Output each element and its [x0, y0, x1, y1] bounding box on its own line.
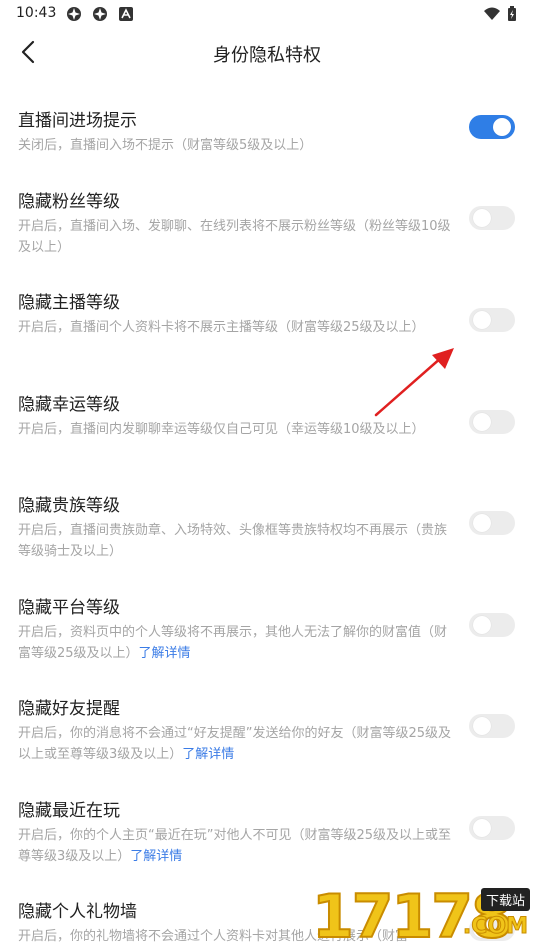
toggle-switch[interactable]	[469, 816, 515, 840]
setting-description: 开启后，你的个人主页“最近在玩”对他人不可见（财富等级25级及以上或至尊等级3级…	[18, 825, 452, 867]
watermark-suffix: .COM	[462, 914, 528, 940]
toggle-switch[interactable]	[469, 714, 515, 738]
toggle-knob	[493, 118, 511, 136]
setting-description-text: 开启后，直播间个人资料卡将不展示主播等级（财富等级25级及以上）	[18, 320, 425, 335]
toggle-knob	[473, 413, 491, 431]
toggle-knob	[473, 819, 491, 837]
setting-description: 开启后，你的消息将不会通过“好友提醒”发送给你的好友（财富等级25级及以上或至尊…	[18, 723, 452, 765]
header-bar: 身份隐私特权	[0, 28, 534, 76]
setting-title: 隐藏好友提醒	[18, 699, 120, 719]
setting-title: 隐藏个人礼物墙	[18, 902, 137, 922]
setting-title: 直播间进场提示	[18, 111, 137, 131]
setting-description: 开启后，直播间入场、发聊聊、在线列表将不展示粉丝等级（粉丝等级10级及以上）	[18, 216, 452, 258]
app-notification-icon-2	[93, 7, 107, 21]
toggle-knob	[473, 514, 491, 532]
toggle-switch[interactable]	[469, 410, 515, 434]
setting-description-text: 开启后，资料页中的个人等级将不再展示，其他人无法了解你的财富值（财富等级25级及…	[18, 625, 448, 661]
setting-title: 隐藏主播等级	[18, 293, 120, 313]
learn-more-link[interactable]: 了解详情	[182, 747, 234, 762]
setting-description: 开启后，直播间贵族勋章、入场特效、头像框等贵族特权均不再展示（贵族等级骑士及以上…	[18, 520, 452, 562]
toggle-knob	[473, 616, 491, 634]
toggle-knob	[473, 311, 491, 329]
toggle-switch[interactable]	[469, 511, 515, 535]
setting-title: 隐藏平台等级	[18, 598, 120, 618]
watermark-tag: 下载站	[480, 888, 530, 911]
setting-description-text: 关闭后，直播间入场不提示（财富等级5级及以上）	[18, 138, 313, 153]
setting-description: 关闭后，直播间入场不提示（财富等级5级及以上）	[18, 135, 452, 156]
toggle-knob	[473, 717, 491, 735]
status-bar: 10:43	[0, 0, 534, 28]
setting-title: 隐藏幸运等级	[18, 395, 120, 415]
setting-description: 开启后，直播间内发聊聊幸运等级仅自己可见（幸运等级10级及以上）	[18, 419, 452, 440]
setting-description: 开启后，直播间个人资料卡将不展示主播等级（财富等级25级及以上）	[18, 317, 452, 338]
app-notification-icon	[67, 7, 81, 21]
toggle-switch[interactable]	[469, 206, 515, 230]
setting-description: 开启后，资料页中的个人等级将不再展示，其他人无法了解你的财富值（财富等级25级及…	[18, 622, 452, 664]
site-watermark: 17178 下载站 .COM	[311, 883, 534, 951]
status-time: 10:43	[16, 5, 57, 21]
learn-more-link[interactable]: 了解详情	[130, 849, 182, 864]
setting-title: 隐藏最近在玩	[18, 801, 120, 821]
toggle-switch[interactable]	[469, 308, 515, 332]
setting-description-text: 开启后，直播间内发聊聊幸运等级仅自己可见（幸运等级10级及以上）	[18, 422, 425, 437]
page-title: 身份隐私特权	[213, 45, 321, 66]
wifi-icon	[484, 7, 500, 20]
setting-title: 隐藏贵族等级	[18, 496, 120, 516]
learn-more-link[interactable]: 了解详情	[139, 646, 191, 661]
toggle-knob	[473, 209, 491, 227]
setting-title: 隐藏粉丝等级	[18, 192, 120, 212]
battery-icon	[508, 6, 516, 21]
a-notification-icon	[119, 7, 133, 21]
setting-description-text: 开启后，你的消息将不会通过“好友提醒”发送给你的好友（财富等级25级及以上或至尊…	[18, 726, 452, 762]
setting-description-text: 开启后，直播间入场、发聊聊、在线列表将不展示粉丝等级（粉丝等级10级及以上）	[18, 219, 451, 255]
setting-description-text: 开启后，直播间贵族勋章、入场特效、头像框等贵族特权均不再展示（贵族等级骑士及以上…	[18, 523, 448, 559]
toggle-switch[interactable]	[469, 115, 515, 139]
toggle-switch[interactable]	[469, 613, 515, 637]
annotation-red-arrow	[374, 348, 454, 417]
setting-description-text: 开启后，你的个人主页“最近在玩”对他人不可见（财富等级25级及以上或至尊等级3级…	[18, 828, 452, 864]
